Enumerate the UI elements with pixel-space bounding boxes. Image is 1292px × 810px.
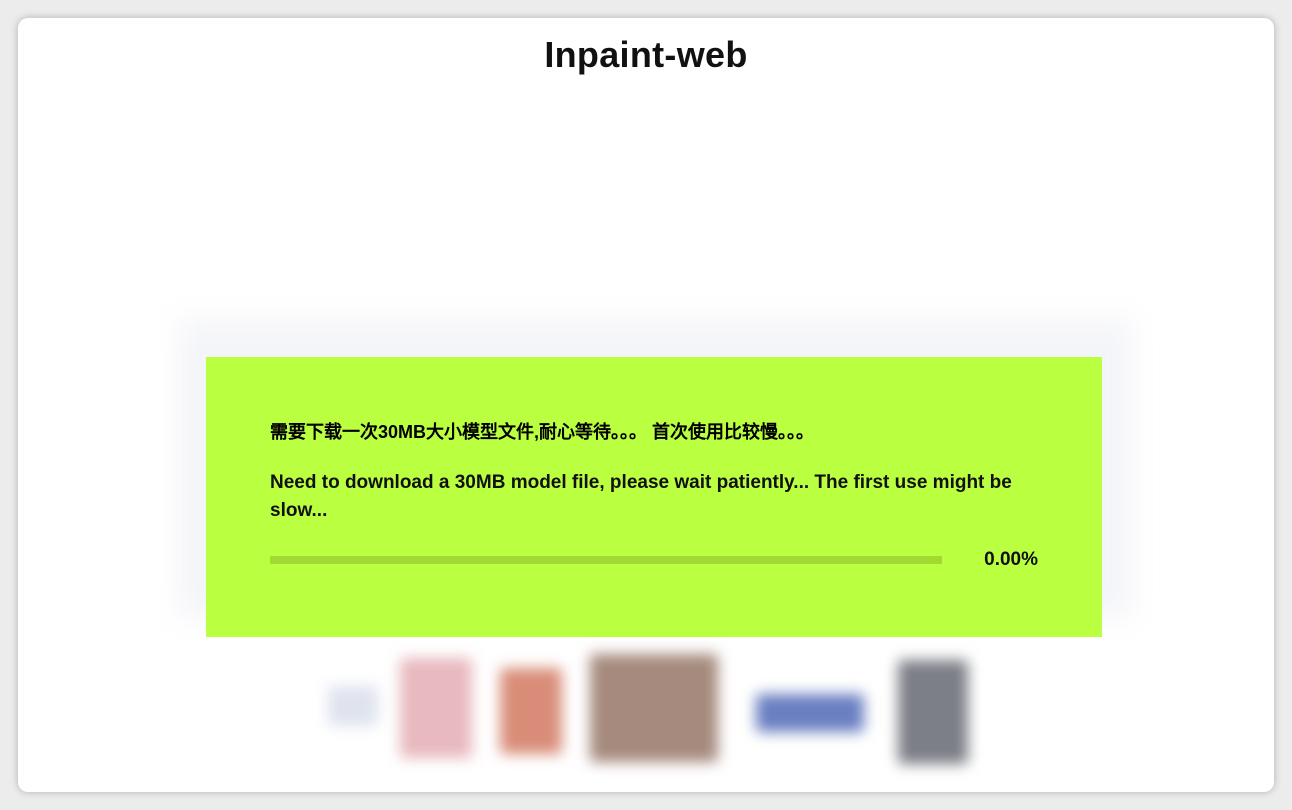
app-window: Inpaint-web 需要下载一次30MB大小模型文件,耐心等待。。。 首次使…	[18, 18, 1274, 792]
download-message-en: Need to download a 30MB model file, plea…	[270, 472, 1012, 521]
model-download-dialog: 需要下载一次30MB大小模型文件,耐心等待。。。 首次使用比较慢。。。 Need…	[206, 357, 1102, 637]
example-thumb[interactable]	[898, 660, 968, 764]
download-progress: 0.00%	[270, 547, 1038, 573]
example-thumb[interactable]	[400, 658, 472, 758]
example-thumb[interactable]	[328, 686, 378, 726]
progress-percentage: 0.00%	[984, 549, 1038, 570]
example-thumb[interactable]	[756, 694, 864, 732]
progress-bar	[270, 556, 942, 564]
example-thumb[interactable]	[500, 668, 562, 754]
download-message-zh: 需要下载一次30MB大小模型文件,耐心等待。。。 首次使用比较慢。。。	[270, 422, 815, 442]
example-images-strip	[308, 638, 988, 768]
example-thumb[interactable]	[590, 654, 718, 762]
page-title: Inpaint-web	[544, 34, 748, 75]
